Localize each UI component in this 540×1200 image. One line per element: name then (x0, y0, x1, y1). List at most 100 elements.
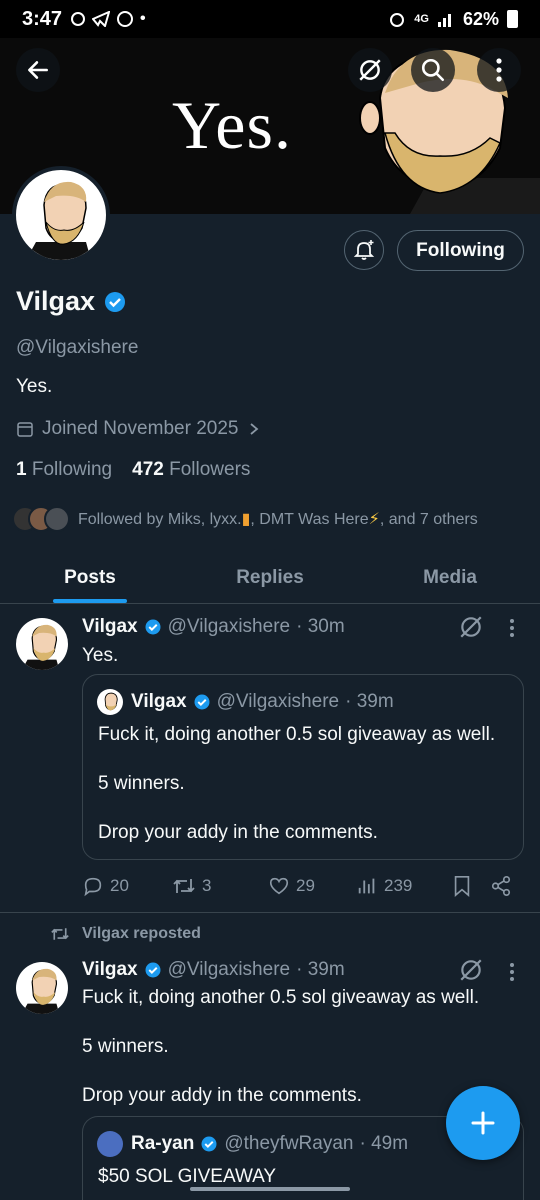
verified-badge-icon (145, 962, 161, 978)
grok-icon (359, 59, 381, 81)
repost-count: 3 (202, 876, 212, 895)
bell-plus-icon (353, 240, 375, 260)
repost-label: Vilgax reposted (82, 925, 201, 942)
profile-tabs: Posts Replies Media (0, 552, 540, 604)
post-author-handle[interactable]: @Vilgaxishere (168, 959, 290, 981)
whatsapp-icon (117, 11, 134, 27)
reply-icon (84, 877, 102, 897)
verified-badge-icon (194, 694, 210, 710)
more-options-button[interactable] (477, 48, 521, 92)
followed-by-row[interactable]: Followed by Miks, lyxx.▮, DMT Was Here⚡,… (12, 506, 478, 532)
more-vertical-icon[interactable] (508, 962, 516, 982)
quote-author-name: Vilgax (131, 691, 187, 712)
post-author-name[interactable]: Vilgax (82, 616, 138, 638)
share-icon (491, 876, 511, 896)
gesture-nav-bar[interactable] (190, 1187, 350, 1191)
bookmark-button[interactable] (452, 875, 490, 897)
verified-badge-icon[interactable] (103, 290, 127, 314)
compose-button[interactable] (446, 1086, 520, 1160)
profile-handle: @Vilgaxishere (16, 337, 139, 358)
share-button[interactable] (490, 875, 512, 897)
following-stat[interactable]: 1 Following (16, 459, 112, 481)
reply-count: 20 (110, 876, 129, 895)
post-text-line: Fuck it, doing another 0.5 sol giveaway … (82, 987, 480, 1008)
post-actions: 20 3 29 239 (82, 874, 522, 898)
quote-header: Ra-yan @theyfwRayan · 49m (131, 1133, 408, 1155)
profile-bio: Yes. (16, 376, 53, 397)
following-button[interactable]: Following (397, 230, 524, 271)
quote-text-line: $50 SOL GIVEAWAY (98, 1166, 277, 1187)
more-vertical-icon (496, 58, 502, 82)
tab-replies[interactable]: Replies (180, 552, 360, 603)
more-vertical-icon[interactable] (508, 618, 516, 638)
joined-date-row[interactable]: Joined November 2025 (16, 418, 262, 440)
post-text: Yes. (82, 645, 119, 666)
grok-icon[interactable] (458, 614, 484, 640)
telegram-icon (92, 11, 111, 27)
quote-time: · 39m (345, 691, 394, 712)
quote-text-line: 5 winners. (98, 773, 185, 794)
banner-headline: Yes. (172, 87, 292, 163)
quote-avatar (97, 689, 123, 715)
follower-avatars (12, 506, 70, 532)
avatar-image (21, 968, 60, 1014)
heart-icon (269, 877, 289, 895)
quote-author-handle: @theyfwRayan (224, 1133, 354, 1154)
quoted-post[interactable]: Vilgax @Vilgaxishere · 39m Fuck it, doin… (82, 674, 524, 860)
battery-icon (507, 10, 518, 28)
views-button[interactable]: 239 (356, 875, 452, 897)
profile-name: Vilgax (16, 286, 96, 316)
post-author-handle[interactable]: @Vilgaxishere (168, 616, 290, 638)
avatar-image (26, 181, 91, 260)
like-button[interactable]: 29 (268, 875, 356, 897)
repost-icon (51, 928, 69, 940)
quote-text-line: Drop your addy in the comments. (98, 822, 378, 843)
search-icon (421, 58, 445, 82)
plus-icon (471, 1111, 495, 1135)
notifications-bell-button[interactable] (344, 230, 384, 270)
status-time: 3:47 (22, 7, 63, 30)
post-header: Vilgax @Vilgaxishere · 39m (82, 959, 345, 981)
grok-button[interactable] (348, 48, 392, 92)
post-avatar[interactable] (16, 618, 68, 670)
back-button[interactable] (16, 48, 60, 92)
post-avatar[interactable] (16, 962, 68, 1014)
like-count: 29 (296, 876, 315, 895)
followed-by-text: Followed by Miks, lyxx.▮, DMT Was Here⚡,… (78, 511, 478, 528)
verified-badge-icon (201, 1136, 217, 1152)
battery-percent: 62% (462, 8, 499, 29)
tab-posts[interactable]: Posts (0, 552, 180, 603)
view-count: 239 (384, 876, 413, 895)
post-text-line: Drop your addy in the comments. (82, 1085, 362, 1106)
followers-stat[interactable]: 472 Followers (132, 459, 250, 481)
profile-avatar[interactable] (12, 166, 110, 264)
quote-text-line: Fuck it, doing another 0.5 sol giveaway … (98, 724, 496, 745)
alarm-icon (390, 13, 405, 27)
follow-stats: 1 Following 472 Followers (16, 459, 250, 481)
avatar-image (21, 624, 60, 670)
cell-signal-icon (437, 14, 451, 27)
post-header: Vilgax @Vilgaxishere · 30m (82, 616, 345, 638)
network-type: 4G (414, 13, 429, 25)
quote-header: Vilgax @Vilgaxishere · 39m (131, 691, 394, 713)
reply-button[interactable]: 20 (82, 875, 172, 897)
calendar-icon (17, 422, 33, 437)
avatar-image (104, 692, 118, 711)
profile-name-row: Vilgax (16, 286, 127, 317)
repost-indicator[interactable]: Vilgax reposted (50, 925, 201, 943)
post-divider (0, 912, 540, 913)
verified-badge-icon (145, 619, 161, 635)
quote-avatar (97, 1131, 123, 1157)
grok-icon[interactable] (458, 957, 484, 983)
quote-author-name: Ra-yan (131, 1133, 195, 1154)
repost-icon (173, 879, 195, 893)
repost-button[interactable]: 3 (172, 875, 268, 897)
post-text-line: 5 winners. (82, 1036, 169, 1057)
signal-app-icon (71, 12, 86, 26)
tab-media[interactable]: Media (360, 552, 540, 603)
status-bar: 3:47 • 4G 62% (0, 0, 540, 38)
post-author-name[interactable]: Vilgax (82, 959, 138, 981)
search-button[interactable] (411, 48, 455, 92)
bookmark-icon (454, 876, 470, 897)
follower-avatar (44, 506, 70, 532)
